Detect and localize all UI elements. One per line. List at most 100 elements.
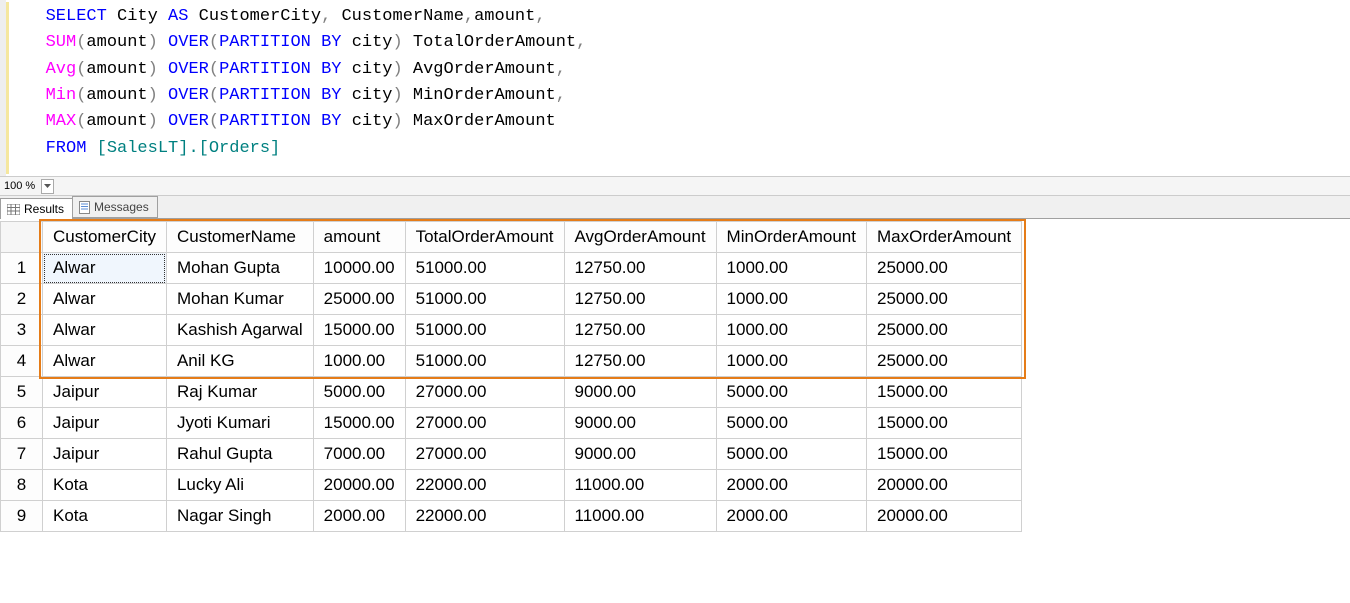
- cell[interactable]: 25000.00: [866, 284, 1021, 315]
- table-row[interactable]: 3AlwarKashish Agarwal15000.0051000.00127…: [1, 315, 1022, 346]
- cell[interactable]: 1000.00: [716, 253, 866, 284]
- cell[interactable]: 9000.00: [564, 377, 716, 408]
- cell[interactable]: Jaipur: [43, 377, 167, 408]
- row-number[interactable]: 4: [1, 346, 43, 377]
- cell[interactable]: Alwar: [43, 315, 167, 346]
- cell[interactable]: 51000.00: [405, 284, 564, 315]
- cell[interactable]: Kota: [43, 470, 167, 501]
- cell[interactable]: 25000.00: [866, 346, 1021, 377]
- cell[interactable]: 11000.00: [564, 470, 716, 501]
- cell[interactable]: 22000.00: [405, 501, 564, 532]
- cell[interactable]: Nagar Singh: [166, 501, 313, 532]
- cell[interactable]: Jaipur: [43, 408, 167, 439]
- cell[interactable]: 1000.00: [716, 346, 866, 377]
- col-header[interactable]: amount: [313, 222, 405, 253]
- table-row[interactable]: 9KotaNagar Singh2000.0022000.0011000.002…: [1, 501, 1022, 532]
- row-number[interactable]: 2: [1, 284, 43, 315]
- row-number[interactable]: 1: [1, 253, 43, 284]
- kw-partitionby: PARTITION BY: [219, 86, 341, 105]
- cell[interactable]: 15000.00: [866, 408, 1021, 439]
- cell[interactable]: Alwar: [43, 284, 167, 315]
- table-row[interactable]: 7JaipurRahul Gupta7000.0027000.009000.00…: [1, 439, 1022, 470]
- cell[interactable]: 27000.00: [405, 439, 564, 470]
- cell[interactable]: 2000.00: [313, 501, 405, 532]
- results-grid[interactable]: CustomerCity CustomerName amount TotalOr…: [0, 221, 1022, 532]
- cell[interactable]: Raj Kumar: [166, 377, 313, 408]
- col-header[interactable]: CustomerName: [166, 222, 313, 253]
- cell[interactable]: Mohan Kumar: [166, 284, 313, 315]
- zoom-dropdown[interactable]: [41, 179, 54, 194]
- col-header[interactable]: MinOrderAmount: [716, 222, 866, 253]
- cell[interactable]: 2000.00: [716, 470, 866, 501]
- cell[interactable]: 1000.00: [716, 284, 866, 315]
- table-row[interactable]: 1AlwarMohan Gupta10000.0051000.0012750.0…: [1, 253, 1022, 284]
- cell[interactable]: 9000.00: [564, 439, 716, 470]
- cell[interactable]: 15000.00: [866, 439, 1021, 470]
- cell[interactable]: 5000.00: [716, 377, 866, 408]
- row-number[interactable]: 8: [1, 470, 43, 501]
- col-header[interactable]: TotalOrderAmount: [405, 222, 564, 253]
- row-number[interactable]: 9: [1, 501, 43, 532]
- cell[interactable]: 20000.00: [866, 501, 1021, 532]
- cell[interactable]: 5000.00: [313, 377, 405, 408]
- cell[interactable]: 51000.00: [405, 315, 564, 346]
- col-header[interactable]: MaxOrderAmount: [866, 222, 1021, 253]
- cell[interactable]: 12750.00: [564, 284, 716, 315]
- cell[interactable]: Jaipur: [43, 439, 167, 470]
- cell[interactable]: 15000.00: [313, 315, 405, 346]
- arg-city: city: [352, 86, 393, 105]
- row-number[interactable]: 6: [1, 408, 43, 439]
- row-number[interactable]: 7: [1, 439, 43, 470]
- cell[interactable]: 15000.00: [866, 377, 1021, 408]
- rparen: ): [148, 33, 158, 52]
- cell[interactable]: 20000.00: [313, 470, 405, 501]
- cell[interactable]: 1000.00: [716, 315, 866, 346]
- cell[interactable]: Kashish Agarwal: [166, 315, 313, 346]
- cell[interactable]: 15000.00: [313, 408, 405, 439]
- cell[interactable]: 5000.00: [716, 408, 866, 439]
- cell[interactable]: 7000.00: [313, 439, 405, 470]
- kw-over: OVER: [168, 112, 209, 131]
- sql-editor[interactable]: SELECT City AS CustomerCity, CustomerNam…: [0, 0, 1350, 176]
- func-avg: Avg: [46, 60, 77, 79]
- cell[interactable]: 10000.00: [313, 253, 405, 284]
- tab-label: Messages: [94, 200, 149, 214]
- cell[interactable]: 25000.00: [866, 253, 1021, 284]
- cell[interactable]: 25000.00: [313, 284, 405, 315]
- cell[interactable]: 11000.00: [564, 501, 716, 532]
- tab-messages[interactable]: Messages: [72, 196, 158, 218]
- cell[interactable]: 2000.00: [716, 501, 866, 532]
- row-number[interactable]: 5: [1, 377, 43, 408]
- table-row[interactable]: 4AlwarAnil KG1000.0051000.0012750.001000…: [1, 346, 1022, 377]
- cell[interactable]: Alwar: [43, 346, 167, 377]
- table-row[interactable]: 5JaipurRaj Kumar5000.0027000.009000.0050…: [1, 377, 1022, 408]
- cell[interactable]: 27000.00: [405, 408, 564, 439]
- cell[interactable]: Lucky Ali: [166, 470, 313, 501]
- cell[interactable]: 20000.00: [866, 470, 1021, 501]
- cell[interactable]: 22000.00: [405, 470, 564, 501]
- cell[interactable]: Jyoti Kumari: [166, 408, 313, 439]
- cell[interactable]: Alwar: [43, 253, 167, 284]
- cell[interactable]: Rahul Gupta: [166, 439, 313, 470]
- cell[interactable]: Mohan Gupta: [166, 253, 313, 284]
- cell[interactable]: Kota: [43, 501, 167, 532]
- table-row[interactable]: 8KotaLucky Ali20000.0022000.0011000.0020…: [1, 470, 1022, 501]
- cell[interactable]: Anil KG: [166, 346, 313, 377]
- lparen: (: [76, 60, 86, 79]
- cell[interactable]: 1000.00: [313, 346, 405, 377]
- cell[interactable]: 12750.00: [564, 346, 716, 377]
- table-row[interactable]: 6JaipurJyoti Kumari15000.0027000.009000.…: [1, 408, 1022, 439]
- cell[interactable]: 27000.00: [405, 377, 564, 408]
- cell[interactable]: 51000.00: [405, 346, 564, 377]
- col-header[interactable]: AvgOrderAmount: [564, 222, 716, 253]
- cell[interactable]: 9000.00: [564, 408, 716, 439]
- cell[interactable]: 5000.00: [716, 439, 866, 470]
- cell[interactable]: 12750.00: [564, 315, 716, 346]
- tab-results[interactable]: Results: [0, 198, 73, 219]
- row-number[interactable]: 3: [1, 315, 43, 346]
- cell[interactable]: 51000.00: [405, 253, 564, 284]
- table-row[interactable]: 2AlwarMohan Kumar25000.0051000.0012750.0…: [1, 284, 1022, 315]
- cell[interactable]: 25000.00: [866, 315, 1021, 346]
- col-header[interactable]: CustomerCity: [43, 222, 167, 253]
- cell[interactable]: 12750.00: [564, 253, 716, 284]
